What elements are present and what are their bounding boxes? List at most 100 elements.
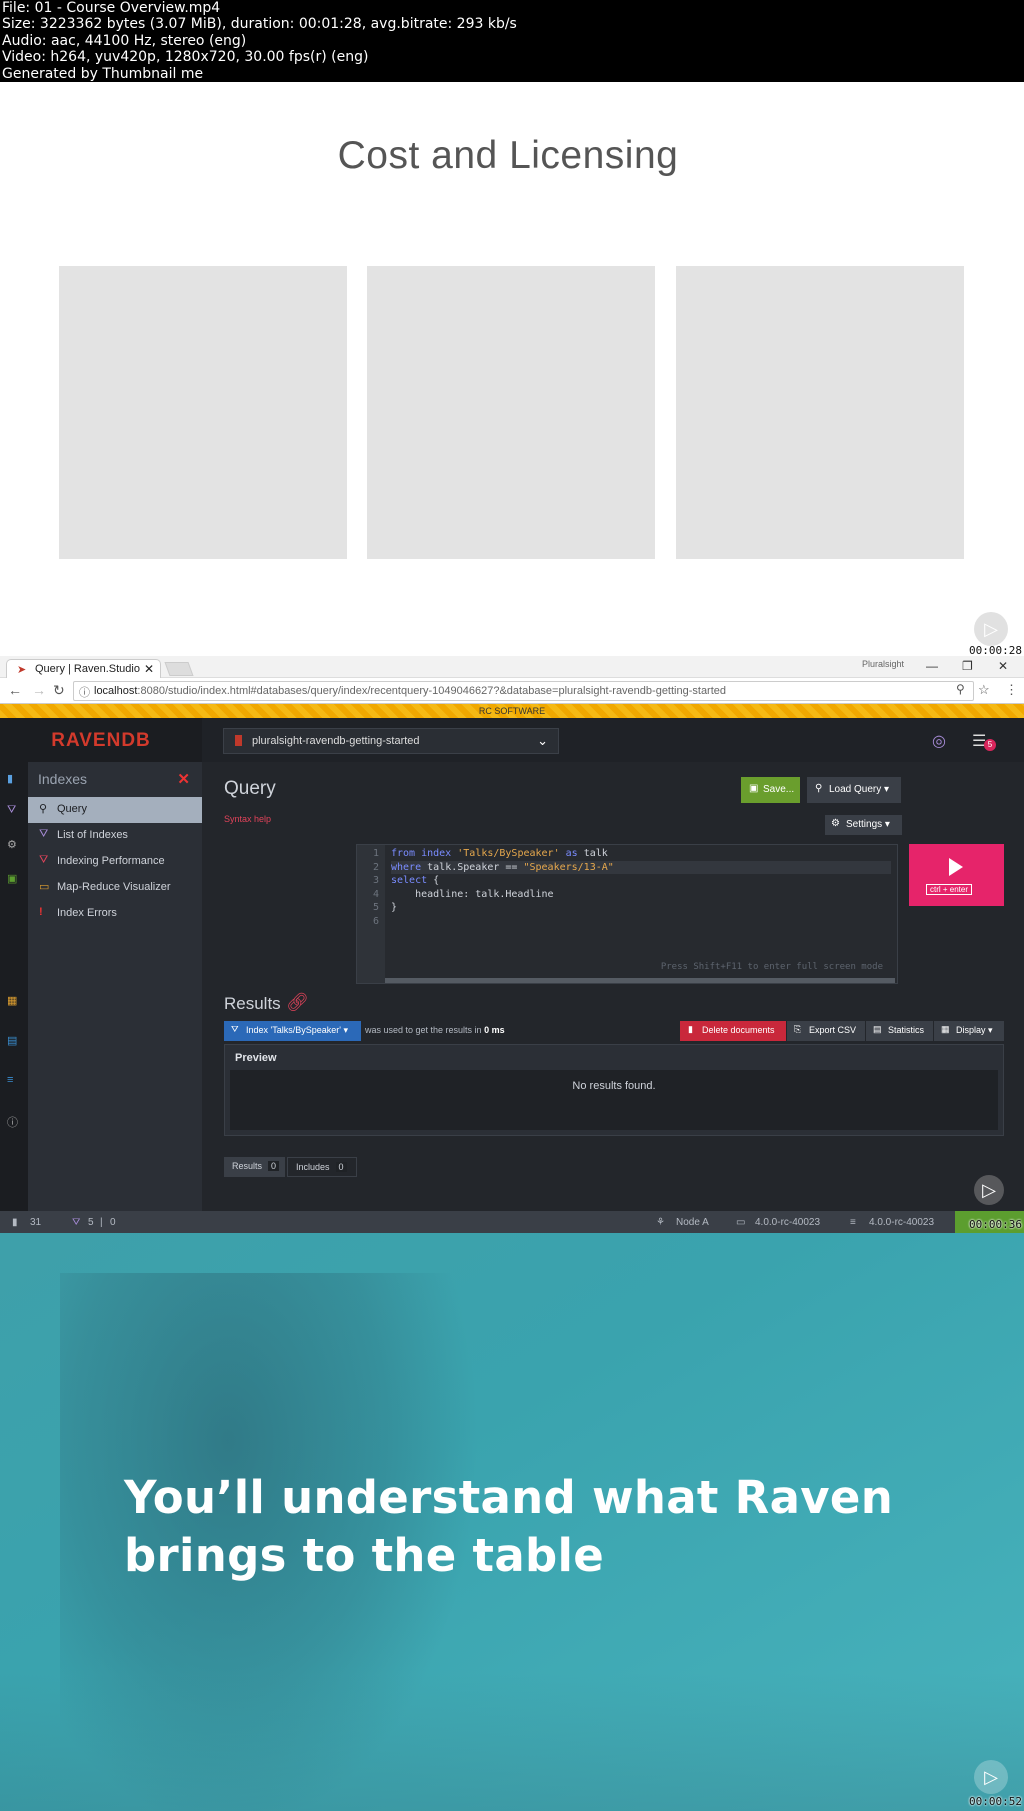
raven-favicon-icon: ➤ (17, 664, 27, 676)
line-number: 2 (372, 861, 379, 873)
load-query-button[interactable]: ⚲ Load Query ▾ (807, 777, 901, 803)
url-field[interactable]: ⓘ localhost:8080/studio/index.html#datab… (73, 681, 974, 701)
browser-tab[interactable]: ➤ Query | Raven.Studio ✕ (6, 659, 161, 678)
export-label: Export CSV (809, 1025, 857, 1035)
settings-button[interactable]: ⚙ Settings ▾ (825, 815, 902, 835)
results-title: Results (224, 994, 281, 1013)
indexes-icon[interactable]: ⛛ (7, 804, 16, 817)
settings-label: Settings (846, 819, 883, 830)
server-icon[interactable]: ▤ (7, 1034, 17, 1047)
zoom-icon[interactable]: ⚲ (956, 682, 965, 696)
url-host: localhost (94, 685, 138, 697)
frame-ravendb-studio: ➤ Query | Raven.Studio ✕ Pluralsight — ❐… (0, 656, 1024, 1233)
client-version: 4.0.0-rc-40023 (755, 1217, 821, 1228)
save-button[interactable]: ▣ Save... (741, 777, 800, 803)
meta-video: Video: h264, yuv420p, 1280x720, 30.00 fp… (2, 49, 369, 66)
indexes-sidebar: Indexes ✕ ⚲ Query ⛛ List of Indexes ⛛ Index… (28, 762, 202, 1211)
meta-size: Size: 3223362 bytes (3.07 MiB), duration… (2, 16, 517, 33)
client-icon: ▭ (736, 1217, 746, 1228)
timestamp: 00:00:36 (969, 1218, 1022, 1231)
fullscreen-hint: Press Shift+F11 to enter full screen mod… (660, 962, 883, 972)
sidebar-item-indexing-performance[interactable]: ⛛ Indexing Performance (28, 849, 202, 875)
placeholder-card (676, 266, 964, 559)
dashboard-icon[interactable]: ▦ (7, 994, 17, 1007)
link-icon[interactable]: 🔗︎ (286, 992, 309, 1013)
sidebar-item-list-of-indexes[interactable]: ⛛ List of Indexes (28, 823, 202, 849)
bookmark-star-icon[interactable]: ☆ (978, 682, 990, 698)
docs-count[interactable]: 31 (30, 1217, 41, 1228)
about-icon[interactable]: ⓘ (7, 1114, 18, 1130)
restore-icon[interactable]: ❐ (962, 659, 973, 673)
background-photo-desk (0, 1673, 1024, 1811)
back-icon[interactable]: ← (8, 682, 22, 698)
index-label: Index 'Talks/BySpeaker' (246, 1025, 341, 1035)
query-editor[interactable]: 1 2 3 4 5 6 from index 'Talks/BySpeaker'… (356, 844, 898, 984)
delete-label: Delete documents (702, 1025, 775, 1035)
sidebar-item-query[interactable]: ⚲ Query (28, 797, 202, 823)
index-used-button[interactable]: ⛛ Index 'Talks/BySpeaker' ▾ (224, 1021, 361, 1041)
export-csv-button[interactable]: ⎘ Export CSV (787, 1021, 865, 1041)
line-number: 6 (372, 915, 379, 927)
database-selector[interactable]: pluralsight-ravendb-getting-started ⌄ (223, 728, 559, 754)
tab-results[interactable]: Results 0 (224, 1157, 285, 1177)
docs-count-icon: ▮ (12, 1217, 18, 1228)
browser-tabbar: ➤ Query | Raven.Studio ✕ Pluralsight — ❐… (0, 656, 1024, 678)
studio-topnav: RAVENDB pluralsight-ravendb-getting-star… (0, 718, 1024, 762)
sidebar-item-index-errors[interactable]: ! Index Errors (28, 901, 202, 927)
slide-title: Cost and Licensing (337, 134, 679, 177)
table-icon: ▦ (941, 1024, 950, 1034)
tab-label: Includes (296, 1162, 330, 1172)
statistics-icon: ▤ (873, 1024, 882, 1034)
run-query-button[interactable]: ctrl + enter (909, 844, 1004, 906)
minimize-icon[interactable]: — (926, 659, 938, 673)
gear-icon: ⚙ (831, 818, 840, 829)
sidebar-item-map-reduce-visualizer[interactable]: ▭ Map-Reduce Visualizer (28, 875, 202, 901)
pluralsight-play-icon: ▷ (974, 1760, 1008, 1794)
cluster-icon[interactable]: ◎ (932, 731, 946, 751)
new-tab-button[interactable] (164, 662, 194, 676)
query-code: from index 'Talks/BySpeaker' as talk whe… (391, 847, 891, 915)
search-icon: ⚲ (39, 803, 48, 815)
indexes-count[interactable]: 5 (88, 1217, 94, 1228)
info-icon: ⓘ (79, 687, 90, 699)
menu-icon[interactable]: ⋮ (1005, 682, 1018, 698)
close-window-icon[interactable]: ✕ (998, 659, 1008, 673)
errors-count[interactable]: 0 (110, 1217, 116, 1228)
statistics-button[interactable]: ▤ Statistics (866, 1021, 933, 1041)
forward-icon[interactable]: → (32, 682, 46, 698)
ravendb-logo[interactable]: RAVENDB (0, 718, 202, 762)
timestamp: 00:00:52 (969, 1795, 1022, 1808)
stats-icon[interactable]: ▣ (7, 872, 17, 885)
meta-generator: Generated by Thumbnail me (2, 65, 204, 82)
settings-icon[interactable]: ⚙ (7, 838, 17, 851)
meta-file: File: 01 - Course Overview.mp4 (2, 0, 221, 16)
documents-icon[interactable]: ▮ (7, 772, 13, 785)
preview-header: Preview (235, 1052, 277, 1064)
tagline-line-1: You’ll understand what Raven (124, 1471, 894, 1524)
tasks-icon[interactable]: ≡ (7, 1074, 13, 1086)
tab-includes[interactable]: Includes 0 (287, 1157, 357, 1177)
index-icon: ⛛ (39, 828, 49, 840)
close-sidebar-icon[interactable]: ✕ (177, 770, 190, 788)
rc-banner: RC SOFTWARE (0, 704, 1024, 718)
reload-icon[interactable]: ↻ (53, 682, 65, 699)
line-number: 5 (372, 902, 379, 913)
visualizer-icon: ▭ (39, 881, 50, 893)
chevron-down-icon: ⌄ (537, 733, 548, 748)
line-number: 1 (372, 848, 379, 859)
sidebar-item-label: Map-Reduce Visualizer (57, 881, 171, 893)
status-separator: | (100, 1217, 103, 1228)
display-button[interactable]: ▦ Display ▾ (934, 1021, 1004, 1041)
query-title: Query (224, 778, 276, 799)
syntax-help-link[interactable]: Syntax help (224, 814, 271, 824)
editor-scrollbar[interactable] (385, 978, 895, 983)
play-icon (949, 858, 963, 876)
database-icon (235, 735, 242, 746)
node-label[interactable]: Node A (676, 1217, 709, 1228)
delete-documents-button[interactable]: ▮ Delete documents (680, 1021, 786, 1041)
timestamp: 00:00:28 (969, 644, 1022, 656)
close-tab-icon[interactable]: ✕ (144, 662, 154, 676)
save-icon: ▣ (749, 783, 759, 794)
performance-icon: ⛛ (39, 854, 49, 866)
indexes-count-icon: ⛛ (72, 1217, 81, 1228)
